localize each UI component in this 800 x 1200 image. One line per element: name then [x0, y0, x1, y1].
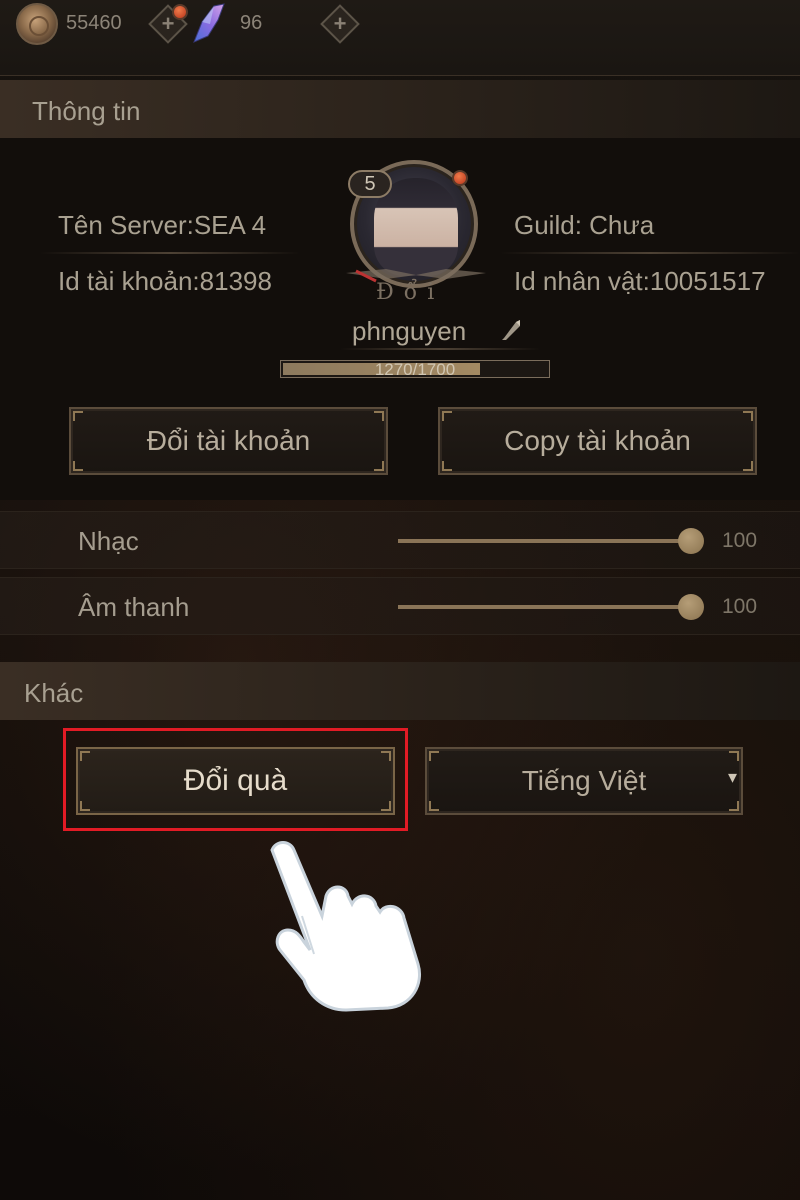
notification-dot: [172, 4, 188, 20]
guild-status: Guild: Chưa: [514, 210, 655, 240]
frame-corner: [743, 461, 753, 471]
level-badge: 5: [348, 170, 392, 198]
chevron-down-icon: ▾: [727, 767, 737, 787]
copy-account-label: Copy tài khoản: [504, 425, 691, 456]
music-setting: Nhạc 100: [0, 511, 800, 569]
music-slider-handle[interactable]: [678, 528, 704, 554]
experience-text: 1270/1700: [374, 360, 456, 379]
notification-dot: [452, 170, 468, 186]
gem-amount: 96: [240, 12, 263, 34]
divider: [340, 348, 540, 350]
plus-icon: +: [333, 11, 347, 36]
frame-corner: [442, 461, 452, 471]
other-section-header: Khác: [0, 662, 800, 720]
player-title: Đổi: [376, 280, 445, 305]
crystal-icon: [193, 3, 225, 43]
add-gem-button[interactable]: +: [320, 4, 360, 44]
pointing-hand-icon: [270, 841, 421, 1012]
frame-corner: [429, 801, 439, 811]
player-name: phnguyen: [352, 316, 467, 346]
resource-bar: 55460 + 96 +: [0, 0, 800, 76]
frame-corner: [729, 801, 739, 811]
experience-bar: 1270/1700: [280, 360, 550, 379]
frame-corner: [743, 411, 753, 421]
coin-icon: [16, 3, 58, 45]
info-section-header: Thông tin: [0, 80, 800, 138]
frame-corner: [429, 751, 439, 761]
switch-account-label: Đổi tài khoản: [146, 425, 311, 456]
frame-corner: [729, 751, 739, 761]
switch-account-button[interactable]: Đổi tài khoản: [69, 407, 388, 475]
frame-corner: [442, 411, 452, 421]
music-slider[interactable]: [398, 539, 692, 543]
divider: [40, 252, 300, 254]
frame-corner: [73, 461, 83, 471]
sound-slider[interactable]: [398, 605, 692, 609]
music-label: Nhạc: [78, 526, 139, 556]
divider: [500, 252, 800, 254]
sound-slider-handle[interactable]: [678, 594, 704, 620]
language-select-value: Tiếng Việt: [521, 765, 647, 796]
character-id: Id nhân vật:10051517: [514, 266, 766, 296]
frame-corner: [73, 411, 83, 421]
edit-name-icon[interactable]: [496, 316, 524, 344]
frame-corner: [374, 411, 384, 421]
account-id: Id tài khoản:81398: [58, 266, 272, 296]
server-name: Tên Server:SEA 4: [58, 210, 267, 240]
language-select[interactable]: Tiếng Việt ▾: [425, 747, 743, 815]
sound-setting: Âm thanh 100: [0, 577, 800, 635]
sound-value: 100: [722, 595, 758, 618]
music-value: 100: [722, 529, 758, 552]
gold-amount: 55460: [66, 12, 122, 34]
info-section-title: Thông tin: [32, 96, 141, 126]
other-section-title: Khác: [24, 678, 84, 708]
highlight-box: [63, 728, 408, 831]
frame-corner: [374, 461, 384, 471]
copy-account-button[interactable]: Copy tài khoản: [438, 407, 757, 475]
sound-label: Âm thanh: [78, 592, 190, 622]
